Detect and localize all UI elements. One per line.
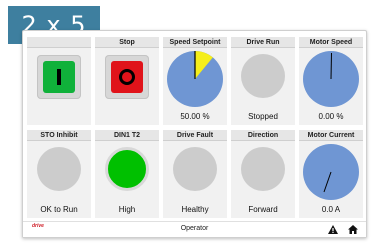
motor-current-value: 0.0 A (321, 205, 341, 214)
drive-run-state: Stopped (248, 112, 278, 121)
speed-setpoint-value: 50.00 % (180, 112, 210, 121)
motor-speed-gauge (303, 51, 359, 107)
tile-title: Stop (95, 37, 159, 48)
operator-screen: Stop Speed Setpoint 50.00 % Drive Run St… (22, 30, 367, 238)
gauge-needle (330, 52, 332, 80)
tile-start (27, 37, 91, 125)
tile-title: Direction (231, 130, 295, 141)
sto-inhibit-lamp (37, 147, 81, 191)
footer-title: Operator (180, 225, 209, 232)
footer-bar: drive Operator (23, 221, 366, 237)
direction-state: Forward (248, 205, 278, 214)
drive-fault-state: Healthy (181, 205, 209, 214)
motor-current-gauge (303, 144, 359, 200)
tile-motor-speed: Motor Speed 0.00 % (299, 37, 363, 125)
tile-motor-current: Motor Current 0.0 A (299, 130, 363, 218)
tile-title: DIN1 T2 (95, 130, 159, 141)
tile-speed-setpoint: Speed Setpoint 50.00 % (163, 37, 227, 125)
tile-grid: Stop Speed Setpoint 50.00 % Drive Run St… (27, 37, 363, 221)
drive-fault-lamp (173, 147, 217, 191)
din1-t2-state: High (118, 205, 136, 214)
stop-button[interactable] (105, 55, 149, 99)
motor-speed-value: 0.00 % (318, 112, 344, 121)
start-symbol-icon (57, 69, 61, 85)
home-icon[interactable] (348, 225, 358, 234)
tile-stop: Stop (95, 37, 159, 125)
tile-drive-run: Drive Run Stopped (231, 37, 295, 125)
tile-din1-t2: DIN1 T2 High (95, 130, 159, 218)
start-button[interactable] (37, 55, 81, 99)
tile-title (27, 37, 91, 48)
tile-title: Speed Setpoint (163, 37, 227, 48)
tile-direction: Direction Forward (231, 130, 295, 218)
tile-sto-inhibit: STO Inhibit OK to Run (27, 130, 91, 218)
stop-button-face (111, 61, 143, 93)
direction-lamp (241, 147, 285, 191)
tile-title: Drive Run (231, 37, 295, 48)
drive-run-lamp (241, 54, 285, 98)
sto-inhibit-state: OK to Run (40, 205, 78, 214)
start-button-face (43, 61, 75, 93)
tile-title: Motor Speed (299, 37, 363, 48)
stop-symbol-icon (119, 69, 135, 85)
tile-title: STO Inhibit (27, 130, 91, 141)
tile-title: Drive Fault (163, 130, 227, 141)
speed-setpoint-knob[interactable] (165, 49, 225, 109)
din1-t2-lamp (105, 147, 149, 191)
warning-icon[interactable] (328, 225, 338, 234)
tile-title: Motor Current (299, 130, 363, 141)
tile-drive-fault: Drive Fault Healthy (163, 130, 227, 218)
